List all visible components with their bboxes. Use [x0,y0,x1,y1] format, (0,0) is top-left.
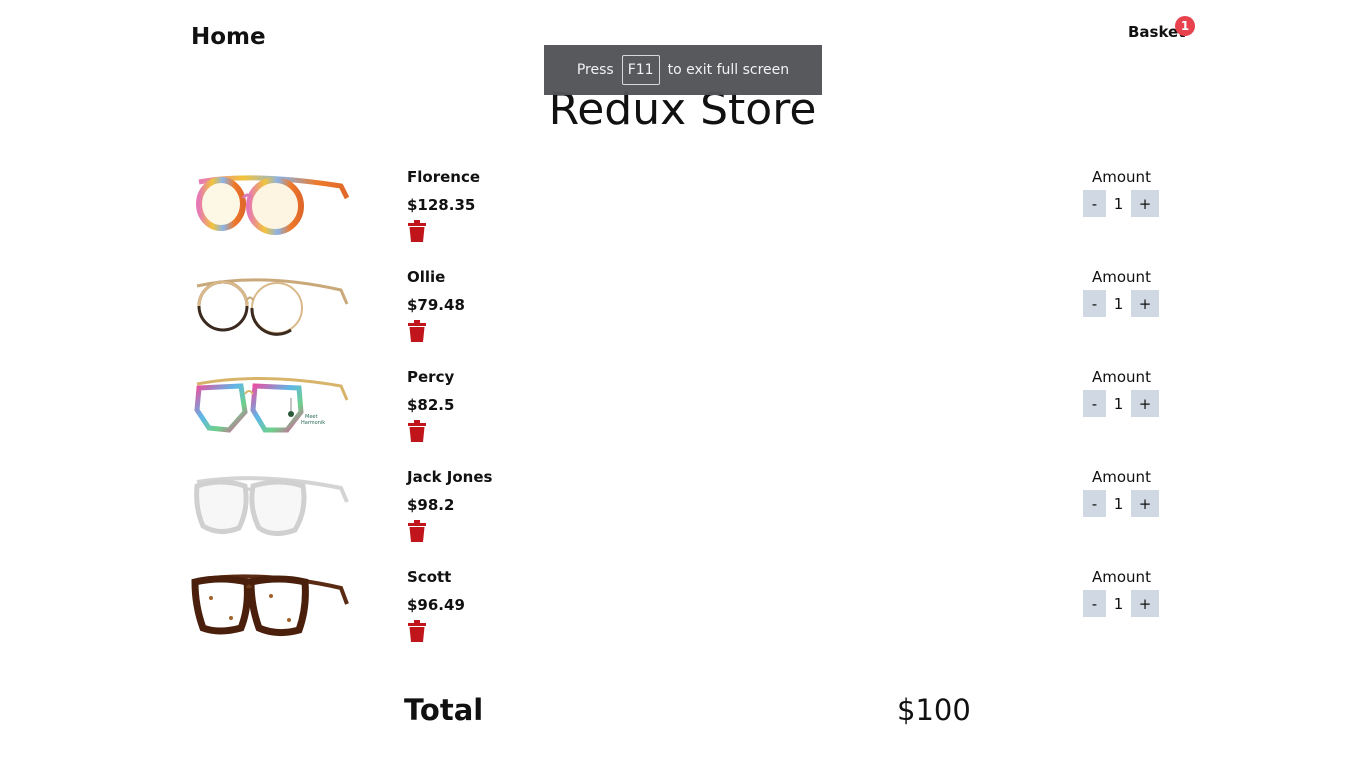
increment-button[interactable]: + [1131,590,1159,617]
product-name: Percy [407,368,455,386]
total-value: $100 [897,693,971,727]
trash-icon[interactable] [407,520,427,542]
quantity-stepper: - 1 + [1083,390,1159,417]
trash-icon[interactable] [407,620,427,642]
product-price: $79.48 [407,296,465,314]
quantity-stepper: - 1 + [1083,490,1159,517]
decrement-button[interactable]: - [1083,290,1106,317]
amount-label: Amount [1092,368,1151,386]
product-price: $128.35 [407,196,476,214]
page: Home Basket 1 Redux Store Florence $128.… [0,0,1365,767]
basket-count-badge: 1 [1175,16,1195,36]
glasses-image: Meet Harmonik [194,376,349,433]
amount-label: Amount [1092,568,1151,586]
product-name: Jack Jones [407,468,493,486]
svg-text:Harmonik: Harmonik [301,420,325,426]
fullscreen-notice: Press F11 to exit full screen [544,45,822,95]
amount-label: Amount [1092,168,1151,186]
trash-icon[interactable] [407,420,427,442]
quantity-value: 1 [1113,394,1124,413]
glasses-image [196,175,350,235]
quantity-value: 1 [1113,594,1124,613]
quantity-value: 1 [1113,494,1124,513]
quantity-value: 1 [1113,194,1124,213]
decrement-button[interactable]: - [1083,390,1106,417]
quantity-stepper: - 1 + [1083,590,1159,617]
increment-button[interactable]: + [1131,390,1159,417]
fullscreen-notice-prefix: Press [576,62,614,78]
glasses-image [194,476,349,536]
product-row: Jack Jones $98.2 Amount - 1 + [191,468,1171,558]
product-price: $82.5 [407,396,455,414]
product-price: $96.49 [407,596,465,614]
quantity-stepper: - 1 + [1083,290,1159,317]
glasses-image [191,574,349,637]
product-name: Ollie [407,268,446,286]
product-row: Scott $96.49 Amount - 1 + [191,568,1171,658]
increment-button[interactable]: + [1131,490,1159,517]
decrement-button[interactable]: - [1083,190,1106,217]
product-row: Meet Harmonik Percy $82.5 Amount - 1 + [191,368,1171,458]
fullscreen-notice-suffix: to exit full screen [667,62,790,78]
amount-label: Amount [1092,268,1151,286]
product-name: Florence [407,168,481,186]
decrement-button[interactable]: - [1083,490,1106,517]
amount-label: Amount [1092,468,1151,486]
product-name: Scott [407,568,452,586]
increment-button[interactable]: + [1131,190,1159,217]
decrement-button[interactable]: - [1083,590,1106,617]
increment-button[interactable]: + [1131,290,1159,317]
product-row: Florence $128.35 Amount - 1 + [191,168,1171,258]
total-label: Total [404,693,484,727]
f11-key: F11 [621,55,660,85]
quantity-value: 1 [1113,294,1124,313]
product-price: $98.2 [407,496,455,514]
home-link[interactable]: Home [191,24,266,50]
trash-icon[interactable] [407,320,427,342]
product-row: Ollie $79.48 Amount - 1 + [191,268,1171,358]
trash-icon[interactable] [407,220,427,242]
glasses-image [196,278,349,336]
quantity-stepper: - 1 + [1083,190,1159,217]
